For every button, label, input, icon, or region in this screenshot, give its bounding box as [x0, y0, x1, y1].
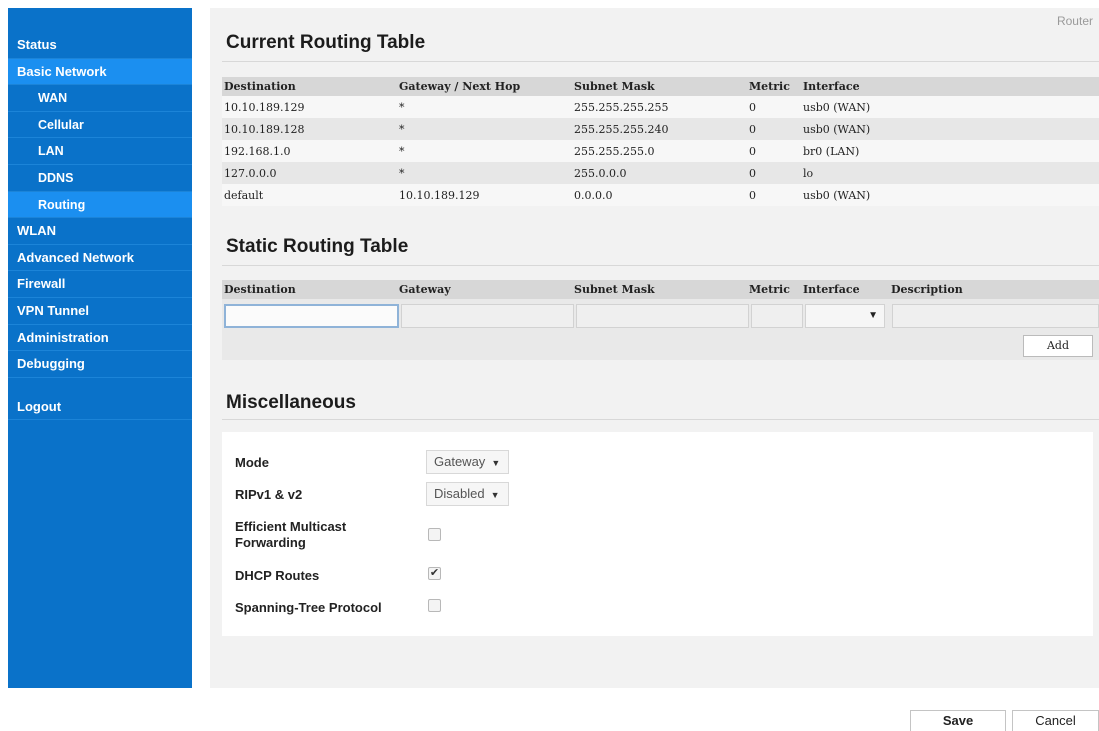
- main-panel: Router Current Routing Table Destination…: [210, 8, 1099, 688]
- save-button[interactable]: Save: [910, 710, 1006, 731]
- col-metric: Metric: [749, 283, 790, 296]
- sidebar-item-basic-network[interactable]: Basic Network: [8, 58, 192, 86]
- mode-value: Gateway: [434, 454, 486, 469]
- table-header-row: Destination Gateway / Next Hop Subnet Ma…: [222, 77, 1099, 96]
- table-row: 127.0.0.0 * 255.0.0.0 0 lo: [222, 162, 1099, 184]
- sidebar-item-wlan[interactable]: WLAN: [8, 218, 192, 245]
- cell-destination: default: [222, 184, 397, 206]
- col-gateway: Gateway: [399, 283, 451, 296]
- cell-interface: usb0 (WAN): [801, 118, 1099, 140]
- sidebar-item-wan[interactable]: WAN: [8, 85, 192, 112]
- table-header-row: Destination Gateway Subnet Mask Metric I…: [222, 280, 1099, 299]
- col-interface: Interface: [801, 77, 1099, 96]
- chevron-down-icon: ▼: [491, 458, 501, 468]
- interface-select[interactable]: ▼: [805, 304, 885, 328]
- cell-metric: 0: [747, 184, 801, 206]
- section-divider: [222, 419, 1099, 420]
- sidebar-item-advanced-network[interactable]: Advanced Network: [8, 245, 192, 272]
- cell-gateway: 10.10.189.129: [397, 184, 572, 206]
- current-routing-table: Destination Gateway / Next Hop Subnet Ma…: [222, 77, 1099, 206]
- sidebar-item-logout[interactable]: Logout: [8, 394, 192, 421]
- col-interface: Interface: [803, 283, 860, 296]
- table-row: default 10.10.189.129 0.0.0.0 0 usb0 (WA…: [222, 184, 1099, 206]
- table-row: 192.168.1.0 * 255.255.255.0 0 br0 (LAN): [222, 140, 1099, 162]
- sidebar-item-vpn-tunnel[interactable]: VPN Tunnel: [8, 298, 192, 325]
- cell-gateway: *: [397, 162, 572, 184]
- cell-interface: br0 (LAN): [801, 140, 1099, 162]
- cell-destination: 127.0.0.0: [222, 162, 397, 184]
- sidebar-item-status[interactable]: Status: [8, 32, 192, 59]
- col-gateway: Gateway / Next Hop: [397, 77, 572, 96]
- chevron-down-icon: ▼: [868, 310, 878, 321]
- cell-interface: usb0 (WAN): [801, 184, 1099, 206]
- sidebar-item-cellular[interactable]: Cellular: [8, 112, 192, 139]
- cell-gateway: *: [397, 140, 572, 162]
- cell-subnet-mask: 0.0.0.0: [572, 184, 747, 206]
- description-input[interactable]: [892, 304, 1099, 328]
- col-destination: Destination: [224, 283, 296, 296]
- cell-metric: 0: [747, 118, 801, 140]
- cell-metric: 0: [747, 96, 801, 118]
- cell-interface: lo: [801, 162, 1099, 184]
- cell-metric: 0: [747, 140, 801, 162]
- rip-label: RIPv1 & v2: [235, 487, 303, 502]
- destination-input[interactable]: [224, 304, 399, 328]
- checkmark-icon: ✔: [429, 567, 440, 579]
- section-divider: [222, 265, 1099, 266]
- misc-title: Miscellaneous: [226, 392, 356, 413]
- section-divider: [222, 61, 1099, 62]
- cell-subnet-mask: 255.255.255.0: [572, 140, 747, 162]
- dhcp-routes-checkbox[interactable]: ✔: [428, 567, 441, 580]
- sidebar-top-spacer: [8, 8, 192, 32]
- metric-input[interactable]: [751, 304, 803, 328]
- rip-select[interactable]: Disabled ▼: [426, 482, 509, 506]
- dhcp-routes-label: DHCP Routes: [235, 568, 320, 583]
- cell-interface: usb0 (WAN): [801, 96, 1099, 118]
- add-button[interactable]: Add: [1023, 335, 1093, 357]
- mode-label: Mode: [235, 455, 269, 470]
- static-route-input-row: ▼: [222, 304, 1099, 328]
- sidebar-item-ddns[interactable]: DDNS: [8, 165, 192, 192]
- mode-select[interactable]: Gateway ▼: [426, 450, 510, 474]
- chevron-down-icon: ▼: [490, 490, 500, 500]
- cell-gateway: *: [397, 118, 572, 140]
- static-routing-table: Destination Gateway Subnet Mask Metric I…: [222, 280, 1099, 360]
- sidebar-item-debugging[interactable]: Debugging: [8, 351, 192, 378]
- cell-destination: 10.10.189.128: [222, 118, 397, 140]
- cell-destination: 192.168.1.0: [222, 140, 397, 162]
- cell-subnet-mask: 255.255.255.255: [572, 96, 747, 118]
- col-metric: Metric: [747, 77, 801, 96]
- cell-subnet-mask: 255.255.255.240: [572, 118, 747, 140]
- stp-checkbox[interactable]: [428, 599, 441, 612]
- stp-label: Spanning-Tree Protocol: [235, 600, 382, 615]
- multicast-label: Efficient Multicast Forwarding: [235, 519, 346, 551]
- sidebar-item-routing[interactable]: Routing: [8, 191, 192, 219]
- multicast-label-line-2: Forwarding: [235, 535, 306, 550]
- col-subnet-mask: Subnet Mask: [574, 283, 655, 296]
- col-destination: Destination: [222, 77, 397, 96]
- misc-settings-box: Mode Gateway ▼ RIPv1 & v2 Disabled ▼ Effic…: [222, 432, 1093, 636]
- gateway-input[interactable]: [401, 304, 574, 328]
- multicast-label-line-1: Efficient Multicast: [235, 519, 347, 534]
- current-routing-title: Current Routing Table: [226, 32, 426, 53]
- cell-gateway: *: [397, 96, 572, 118]
- sidebar-item-lan[interactable]: LAN: [8, 138, 192, 165]
- cell-metric: 0: [747, 162, 801, 184]
- table-row: 10.10.189.128 * 255.255.255.240 0 usb0 (…: [222, 118, 1099, 140]
- multicast-checkbox[interactable]: [428, 528, 441, 541]
- static-routing-title: Static Routing Table: [226, 236, 409, 257]
- col-subnet-mask: Subnet Mask: [572, 77, 747, 96]
- rip-value: Disabled: [434, 486, 485, 501]
- col-description: Description: [891, 283, 963, 296]
- subnet-mask-input[interactable]: [576, 304, 749, 328]
- sidebar: Status Basic Network WAN Cellular LAN DD…: [8, 8, 192, 688]
- table-row: 10.10.189.129 * 255.255.255.255 0 usb0 (…: [222, 96, 1099, 118]
- cell-subnet-mask: 255.0.0.0: [572, 162, 747, 184]
- cancel-button[interactable]: Cancel: [1012, 710, 1099, 731]
- breadcrumb: Router: [1056, 14, 1093, 28]
- sidebar-item-firewall[interactable]: Firewall: [8, 271, 192, 298]
- cell-destination: 10.10.189.129: [222, 96, 397, 118]
- sidebar-item-administration[interactable]: Administration: [8, 325, 192, 352]
